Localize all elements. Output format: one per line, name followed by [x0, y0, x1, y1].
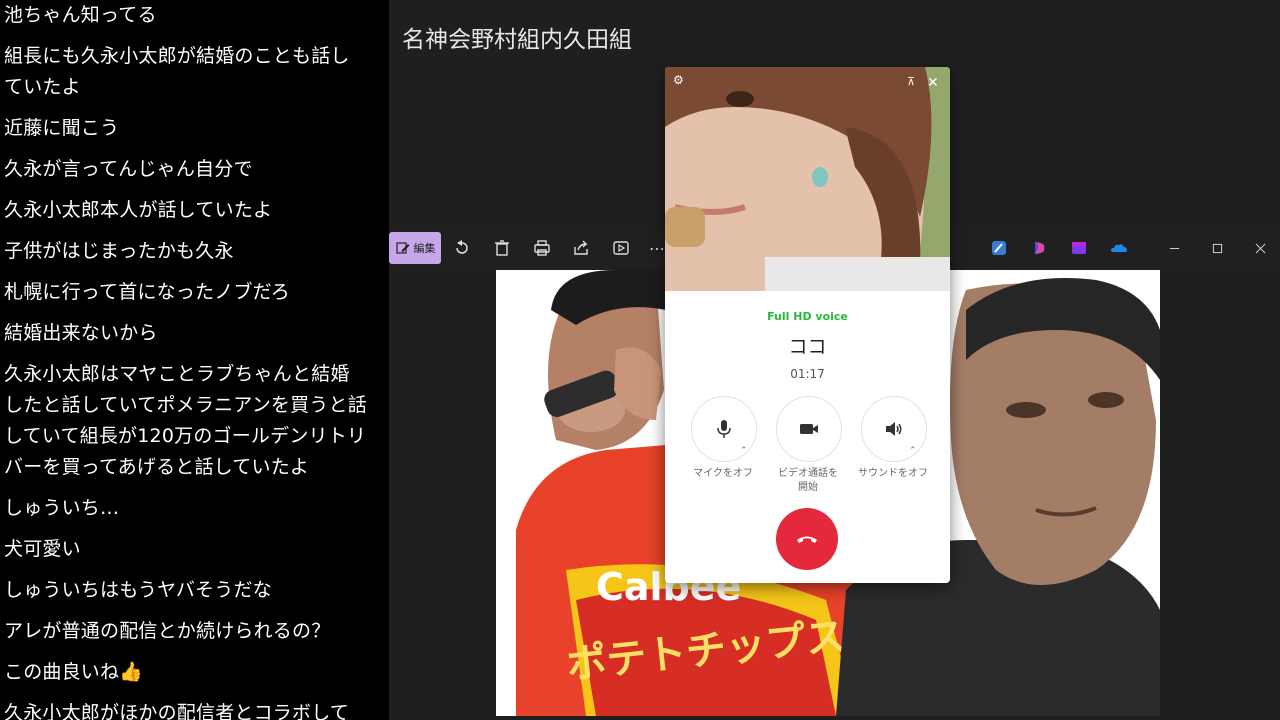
- edit-button[interactable]: 編集: [389, 232, 441, 264]
- edit-icon: [395, 242, 409, 254]
- chat-message: この曲良いね👍: [4, 661, 144, 683]
- chat-message: しゅういち…: [4, 497, 120, 519]
- chat-message: しゅういちはもうヤバそうだな: [4, 579, 272, 601]
- clipchamp-app-icon: [1072, 242, 1086, 254]
- end-call-button[interactable]: [776, 508, 838, 570]
- video-camera-icon: [800, 424, 818, 434]
- chat-message: 犬可愛い: [4, 538, 81, 560]
- caller-photo: ⚙ ⊼ ✕: [665, 67, 950, 291]
- mic-options-caret[interactable]: ⌃: [740, 446, 748, 456]
- call-timer: 01:17: [790, 367, 825, 381]
- hang-up-icon: [797, 536, 817, 543]
- video-label: ビデオ通話を開始: [778, 468, 838, 493]
- more-icon: ⋯: [649, 238, 665, 258]
- share-button[interactable]: [566, 233, 596, 263]
- chat-message: 池ちゃん知ってる: [4, 4, 157, 26]
- close-call-dialog-icon[interactable]: ✕: [927, 75, 939, 91]
- close-window-button[interactable]: [1245, 233, 1275, 263]
- chat-message: 近藤に聞こう: [4, 117, 120, 139]
- chat-message: 久永小太郎本人が話していたよ: [4, 199, 273, 221]
- slideshow-button[interactable]: [606, 233, 636, 263]
- app-shortcut-3[interactable]: [1064, 233, 1094, 263]
- rotate-button[interactable]: [447, 233, 477, 263]
- call-dialog: ⚙ ⊼ ✕ Full HD voice ココ 01:17 ⌃ ⌃ マイクをオフ …: [665, 67, 950, 583]
- sound-options-caret[interactable]: ⌃: [909, 446, 917, 456]
- chat-message: 子供がはじまったかも久永: [4, 240, 234, 262]
- sound-label: サウンドをオフ: [858, 468, 928, 479]
- rotate-icon: [456, 240, 468, 254]
- mute-sound-button[interactable]: [861, 396, 927, 462]
- onedrive-icon: [1111, 244, 1127, 252]
- print-button[interactable]: [527, 233, 557, 263]
- maximize-button[interactable]: [1202, 233, 1232, 263]
- pin-icon[interactable]: ⊼: [907, 75, 915, 88]
- minimize-button[interactable]: [1159, 233, 1189, 263]
- close-icon: [1255, 243, 1265, 253]
- settings-icon[interactable]: ⚙: [673, 73, 684, 87]
- microphone-icon: [717, 420, 731, 438]
- photo-title: 名神会野村組内久田組: [402, 27, 632, 53]
- speaker-icon: [886, 422, 902, 436]
- designer-app-icon: [1035, 242, 1045, 254]
- chat-message: アレが普通の配信とか続けられるの？: [4, 620, 331, 642]
- chat-panel: 池ちゃん知ってる組長にも久永小太郎が結婚のことも話していたよ近藤に聞こう久永が言…: [0, 0, 389, 720]
- edit-label: 編集: [413, 242, 436, 255]
- chat-message: 久永小太郎はマヤことラブちゃんと結婚したと話していてポメラニアンを買うと話してい…: [4, 363, 367, 478]
- app-shortcut-1[interactable]: [984, 233, 1014, 263]
- chat-message: 札幌に行って首になったノブだろ: [4, 281, 290, 303]
- trash-icon: [495, 240, 509, 256]
- delete-button[interactable]: [487, 233, 517, 263]
- chat-message: 久永小太郎がほかの配信者とコラボして: [4, 702, 350, 720]
- share-icon: [574, 240, 588, 255]
- app-shortcut-4[interactable]: [1104, 233, 1134, 263]
- printer-icon: [534, 240, 550, 256]
- start-video-button[interactable]: [776, 396, 842, 462]
- minimize-icon: [1169, 247, 1179, 249]
- paint-app-icon: [992, 241, 1006, 255]
- slideshow-icon: [613, 241, 629, 255]
- chat-message: 組長にも久永小太郎が結婚のことも話していたよ: [4, 45, 350, 98]
- chat-message: 結婚出来ないから: [4, 322, 158, 344]
- app-shortcut-2[interactable]: [1025, 233, 1055, 263]
- chat-message: 久永が言ってんじゃん自分で: [4, 158, 253, 180]
- hd-voice-label: Full HD voice: [767, 310, 848, 323]
- caller-name: ココ: [788, 336, 827, 358]
- mic-label: マイクをオフ: [693, 468, 753, 479]
- maximize-icon: [1212, 243, 1222, 253]
